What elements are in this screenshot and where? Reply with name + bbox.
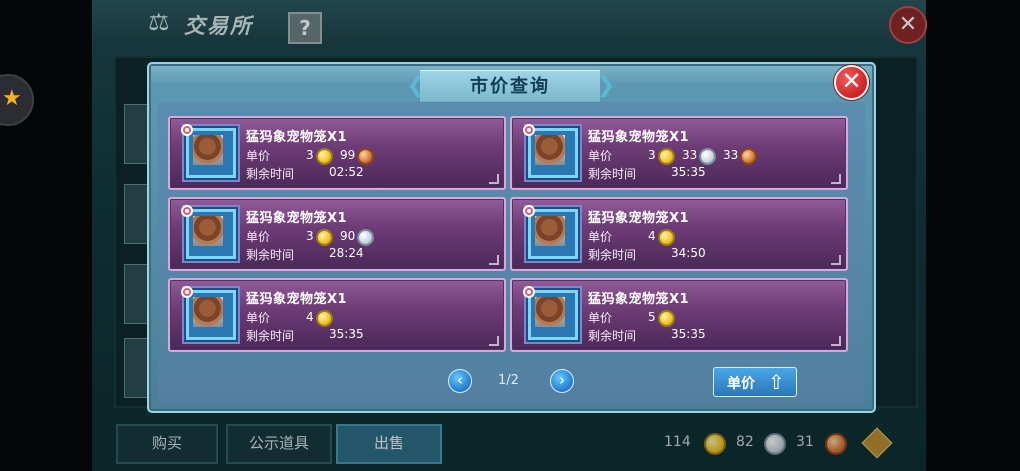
remaining-time-label: 剩余时间 [588, 329, 637, 343]
remaining-time-value: 35:35 [671, 165, 706, 179]
price-amount: 4 [306, 310, 314, 324]
remaining-time-label: 剩余时间 [246, 167, 295, 181]
market-listing[interactable]: 猛犸象宠物笼X1 单价剩余时间 3 90 28:24 [168, 197, 506, 271]
price-amount: 3 [306, 229, 314, 243]
modal-title: 市价查询 [470, 76, 550, 97]
star-icon: ★ [2, 86, 22, 111]
price-amount: 33 [723, 148, 739, 162]
corner-decoration-icon [831, 336, 841, 346]
mammoth-pet-icon [528, 128, 578, 178]
mammoth-pet-icon [528, 290, 578, 340]
remaining-time-label: 剩余时间 [246, 329, 295, 343]
corner-decoration-icon [489, 255, 499, 265]
mammoth-pet-icon [186, 128, 236, 178]
previous-page-button[interactable]: ‹ [448, 369, 472, 393]
item-badge-icon [181, 124, 193, 136]
remaining-time-value: 02:52 [329, 165, 364, 179]
price-amount: 3 [648, 148, 656, 162]
remaining-time-label: 剩余时间 [588, 167, 637, 181]
remaining-time-value: 34:50 [671, 246, 706, 260]
gold-coin-icon [316, 229, 333, 246]
game-screen: ★ ⚖ 交易所 ? ✕ 购买 公示道具 出售 114 82 31 ❮ ❯ 市价查… [0, 0, 1020, 471]
corner-decoration-icon [489, 336, 499, 346]
market-listing[interactable]: 猛犸象宠物笼X1 单价剩余时间 4 35:35 [168, 278, 506, 352]
remaining-time-label: 剩余时间 [246, 248, 295, 262]
corner-decoration-icon [831, 255, 841, 265]
gold-coin-icon [316, 310, 333, 327]
item-badge-icon [523, 124, 535, 136]
unit-price-label: 单价 [588, 311, 613, 325]
gold-coin-icon [316, 148, 333, 165]
page-indicator: 1/2 [498, 373, 519, 388]
silver-coin-icon [699, 148, 716, 165]
mammoth-pet-icon [186, 290, 236, 340]
market-listing[interactable]: 猛犸象宠物笼X1 单价剩余时间 5 35:35 [510, 278, 848, 352]
price-amount: 4 [648, 229, 656, 243]
corner-decoration-icon [831, 174, 841, 184]
right-letterbox [926, 0, 1020, 471]
unit-price-label: 单价 [246, 149, 271, 163]
sort-by-unit-price-button[interactable]: 单价 ⇧ [713, 367, 797, 397]
gold-coin-icon [658, 229, 675, 246]
silver-coin-icon [357, 229, 374, 246]
item-name: 猛犸象宠物笼X1 [588, 211, 690, 226]
sort-button-label: 单价 [727, 376, 755, 392]
unit-price-label: 单价 [588, 230, 613, 244]
left-letterbox [0, 0, 92, 471]
item-name: 猛犸象宠物笼X1 [246, 130, 348, 145]
price-amount: 33 [682, 148, 698, 162]
copper-coin-icon [357, 148, 374, 165]
mammoth-pet-icon [528, 209, 578, 259]
modal-close-button[interactable]: ✕ [834, 65, 869, 100]
price-amount: 3 [306, 148, 314, 162]
item-name: 猛犸象宠物笼X1 [246, 211, 348, 226]
unit-price-label: 单价 [246, 230, 271, 244]
market-listing[interactable]: 猛犸象宠物笼X1 单价剩余时间 3 99 02:52 [168, 116, 506, 190]
item-name: 猛犸象宠物笼X1 [588, 292, 690, 307]
gold-coin-icon [658, 310, 675, 327]
copper-coin-icon [740, 148, 757, 165]
arrow-up-icon: ⇧ [768, 370, 785, 394]
unit-price-label: 单价 [246, 311, 271, 325]
price-amount: 5 [648, 310, 656, 324]
mammoth-pet-icon [186, 209, 236, 259]
unit-price-label: 单价 [588, 149, 613, 163]
remaining-time-value: 35:35 [329, 327, 364, 341]
market-listing[interactable]: 猛犸象宠物笼X1 单价剩余时间 4 34:50 [510, 197, 848, 271]
corner-decoration-icon [489, 174, 499, 184]
item-name: 猛犸象宠物笼X1 [588, 130, 690, 145]
item-badge-icon [181, 286, 193, 298]
next-page-button[interactable]: › [550, 369, 574, 393]
item-badge-icon [181, 205, 193, 217]
market-listing[interactable]: 猛犸象宠物笼X1 单价 剩余时间 3 33 33 35:35 [510, 116, 848, 190]
price-amount: 99 [340, 148, 356, 162]
price-amount: 90 [340, 229, 356, 243]
item-badge-icon [523, 205, 535, 217]
remaining-time-label: 剩余时间 [588, 248, 637, 262]
item-badge-icon [523, 286, 535, 298]
remaining-time-value: 35:35 [671, 327, 706, 341]
remaining-time-value: 28:24 [329, 246, 364, 260]
item-name: 猛犸象宠物笼X1 [246, 292, 348, 307]
gold-coin-icon [658, 148, 675, 165]
